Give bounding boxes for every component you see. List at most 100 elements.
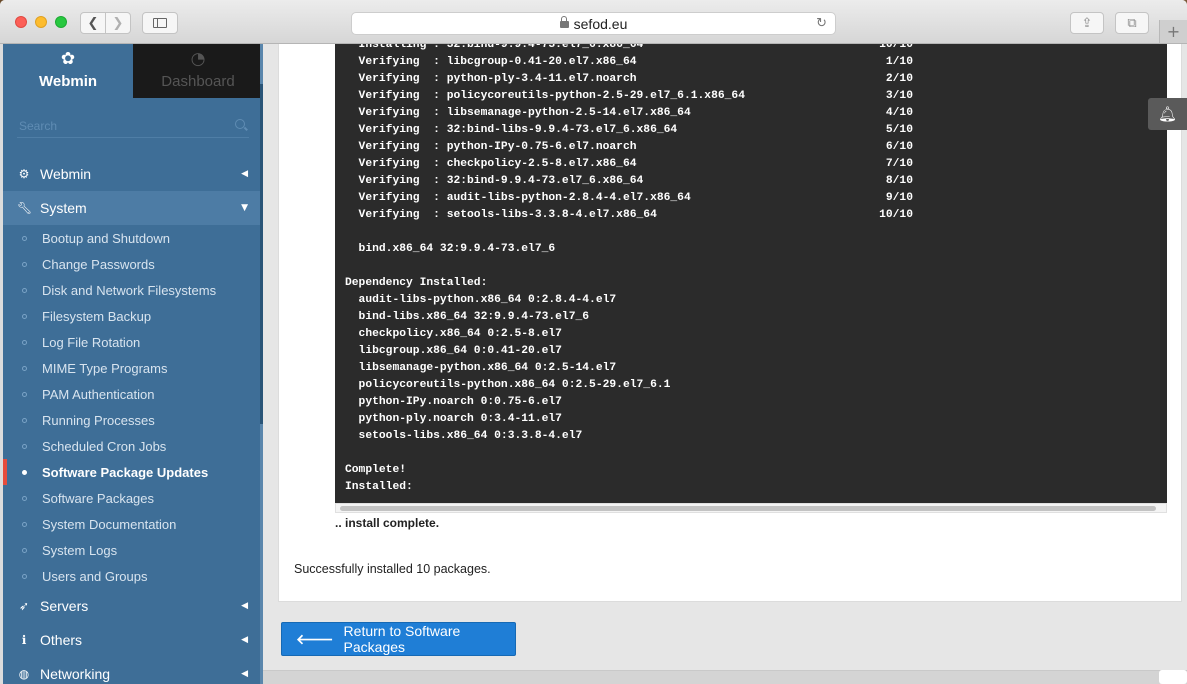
sidebar-item-users-and-groups[interactable]: Users and Groups bbox=[3, 563, 260, 589]
caret-left-icon: ◀ bbox=[241, 601, 248, 611]
new-tab-button[interactable]: + bbox=[1159, 20, 1187, 43]
terminal-horizontal-scrollbar[interactable] bbox=[335, 503, 1167, 513]
minimize-window-button[interactable] bbox=[35, 16, 47, 28]
terminal-progress-count: 9/10 bbox=[885, 192, 913, 204]
sidebar-item-label: Users and Groups bbox=[42, 568, 148, 584]
return-button-label: Return to Software Packages bbox=[343, 623, 461, 655]
sidebar-category-webmin[interactable]: ⚙ Webmin ◀ bbox=[3, 157, 260, 191]
yum-output-terminal: Installing : 32:bind-9.9.4-73.el7_6.x86_… bbox=[335, 44, 1167, 503]
dashboard-gauge-icon: ◔ bbox=[190, 49, 206, 69]
terminal-line: Verifying : checkpolicy-2.5-8.el7.x86_64 bbox=[345, 158, 637, 170]
sidebar-toggle-button[interactable] bbox=[142, 12, 178, 34]
sidebar-item-log-file-rotation[interactable]: Log File Rotation bbox=[3, 329, 260, 355]
bullet-icon bbox=[22, 573, 27, 579]
bullet-icon bbox=[22, 495, 27, 501]
terminal-scrollbar-thumb[interactable] bbox=[340, 506, 1156, 511]
tab-dashboard[interactable]: ◔ Dashboard bbox=[133, 44, 263, 98]
chevron-left-icon: ❮ bbox=[87, 15, 99, 31]
sidebar-category-networking[interactable]: ◍ Networking ◀ bbox=[3, 657, 260, 684]
sidebar-search-input[interactable]: Search bbox=[17, 114, 249, 138]
sidebar-item-software-packages[interactable]: Software Packages bbox=[3, 485, 260, 511]
terminal-line: Installed: bbox=[345, 481, 413, 493]
terminal-progress-count: 4/10 bbox=[885, 107, 913, 119]
gear-icon: ⚙ bbox=[18, 167, 30, 181]
sidebar-item-label: System Logs bbox=[42, 542, 118, 558]
bullet-icon bbox=[22, 417, 27, 423]
sidebar-item-label: Log File Rotation bbox=[42, 334, 141, 350]
wrench-icon: 🔧︎ bbox=[17, 201, 33, 215]
tab-webmin[interactable]: ✿ Webmin bbox=[3, 44, 133, 98]
main-content: Installing : 32:bind-9.9.4-73.el7_6.x86_… bbox=[263, 44, 1187, 684]
sidebar-item-bootup-and-shutdown[interactable]: Bootup and Shutdown bbox=[3, 225, 260, 251]
bullet-icon bbox=[22, 547, 27, 553]
globe-icon: ◍ bbox=[18, 667, 30, 681]
url-text: sefod.eu bbox=[573, 15, 628, 32]
lock-icon bbox=[559, 16, 569, 28]
category-label: Networking bbox=[40, 666, 111, 682]
terminal-line: libcgroup.x86_64 0:0.41-20.el7 bbox=[345, 345, 562, 357]
caret-left-icon: ◀ bbox=[241, 169, 248, 179]
return-to-software-packages-button[interactable]: 🡐 Return to Software Packages bbox=[281, 622, 516, 656]
terminal-line: Dependency Installed: bbox=[345, 277, 488, 289]
bullet-icon bbox=[22, 391, 27, 397]
tabs-icon: ⧉ bbox=[1127, 15, 1137, 31]
sidebar-item-software-package-updates[interactable]: Software Package Updates bbox=[3, 459, 260, 485]
sidebar-item-scheduled-cron-jobs[interactable]: Scheduled Cron Jobs bbox=[3, 433, 260, 459]
sidebar-item-system-logs[interactable]: System Logs bbox=[3, 537, 260, 563]
sidebar-item-disk-and-network-filesystems[interactable]: Disk and Network Filesystems bbox=[3, 277, 260, 303]
bullet-icon bbox=[22, 521, 27, 527]
terminal-line: Verifying : setools-libs-3.3.8-4.el7.x86… bbox=[345, 209, 657, 221]
sidebar-icon bbox=[153, 18, 167, 28]
forward-button[interactable]: ❯ bbox=[105, 12, 131, 34]
terminal-progress-count: 6/10 bbox=[885, 141, 913, 153]
terminal-progress-count: 7/10 bbox=[885, 158, 913, 170]
sidebar-item-label: Filesystem Backup bbox=[42, 308, 152, 324]
sidebar-category-system[interactable]: 🔧︎ System ▼ bbox=[3, 191, 260, 225]
terminal-progress-count: 3/10 bbox=[885, 90, 913, 102]
sidebar-item-label: Software Package Updates bbox=[42, 464, 209, 480]
show-tabs-button[interactable]: ⧉ bbox=[1115, 12, 1149, 34]
bullet-icon bbox=[22, 469, 27, 475]
category-label: Others bbox=[40, 632, 83, 648]
success-message: Successfully installed 10 packages. bbox=[294, 562, 491, 576]
terminal-line: python-ply.noarch 0:3.4-11.el7 bbox=[345, 413, 562, 425]
sidebar-item-filesystem-backup[interactable]: Filesystem Backup bbox=[3, 303, 260, 329]
search-icon bbox=[235, 119, 245, 129]
sidebar-item-label: Change Passwords bbox=[42, 256, 155, 272]
share-button[interactable]: ⇪ bbox=[1070, 12, 1104, 34]
sidebar-item-label: MIME Type Programs bbox=[42, 360, 168, 376]
sidebar-item-system-documentation[interactable]: System Documentation bbox=[3, 511, 260, 537]
maximize-window-button[interactable] bbox=[55, 16, 67, 28]
sidebar-item-change-passwords[interactable]: Change Passwords bbox=[3, 251, 260, 277]
caret-down-icon: ▼ bbox=[241, 203, 248, 213]
sidebar-item-label: Scheduled Cron Jobs bbox=[42, 438, 167, 454]
search-placeholder: Search bbox=[19, 119, 58, 133]
terminal-line: libsemanage-python.x86_64 0:2.5-14.el7 bbox=[345, 362, 617, 374]
install-complete-message: .. install complete. bbox=[335, 516, 440, 530]
sidebar-item-running-processes[interactable]: Running Processes bbox=[3, 407, 260, 433]
caret-left-icon: ◀ bbox=[241, 635, 248, 645]
address-bar[interactable]: sefod.eu ↻ bbox=[351, 12, 836, 35]
sidebar-item-label: Running Processes bbox=[42, 412, 155, 428]
corner-widget bbox=[1159, 670, 1187, 684]
terminal-progress-count: 1/10 bbox=[885, 56, 913, 68]
results-panel: Installing : 32:bind-9.9.4-73.el7_6.x86_… bbox=[278, 44, 1182, 602]
sidebar-item-pam-authentication[interactable]: PAM Authentication bbox=[3, 381, 260, 407]
bullet-icon bbox=[22, 313, 27, 319]
content-footer bbox=[263, 670, 1187, 684]
reload-icon[interactable]: ↻ bbox=[816, 16, 827, 31]
sidebar-category-others[interactable]: ℹ Others ◀ bbox=[3, 623, 260, 657]
sidebar-item-label: PAM Authentication bbox=[42, 386, 155, 402]
back-button[interactable]: ❮ bbox=[80, 12, 106, 34]
terminal-progress-count: 5/10 bbox=[885, 124, 913, 136]
close-window-button[interactable] bbox=[15, 16, 27, 28]
terminal-progress-count: 10/10 bbox=[879, 44, 913, 51]
tab-dashboard-label: Dashboard bbox=[161, 73, 235, 90]
terminal-line: bind-libs.x86_64 32:9.9.4-73.el7_6 bbox=[345, 311, 590, 323]
arrow-left-icon: 🡐 bbox=[296, 631, 334, 648]
sidebar-category-servers[interactable]: ➶ Servers ◀ bbox=[3, 589, 260, 623]
bullet-icon bbox=[22, 339, 27, 345]
notifications-button[interactable]: 🔔︎ bbox=[1148, 98, 1187, 130]
bullet-icon bbox=[22, 443, 27, 449]
sidebar-item-mime-type-programs[interactable]: MIME Type Programs bbox=[3, 355, 260, 381]
